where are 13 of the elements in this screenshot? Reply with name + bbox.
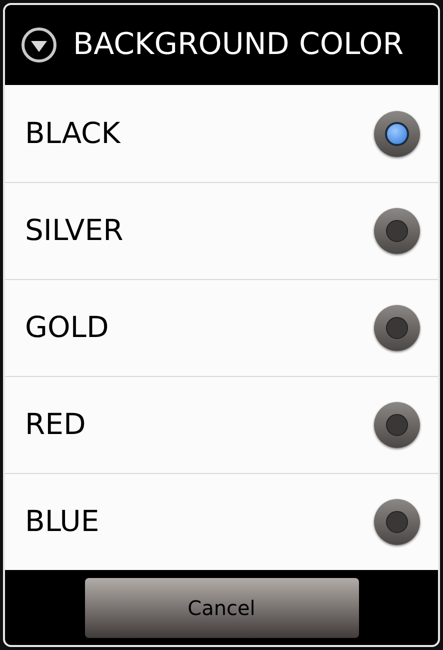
option-row[interactable]: RED	[5, 376, 438, 473]
option-label: BLUE	[25, 503, 100, 540]
option-label: RED	[25, 406, 86, 444]
dropdown-circle-icon	[21, 27, 57, 63]
option-label: BLACK	[25, 114, 120, 152]
dialog-title: BACKGROUND COLOR	[73, 30, 404, 60]
option-row[interactable]: BLUE	[5, 473, 438, 570]
option-label: SILVER	[25, 212, 124, 250]
option-row[interactable]: GOLD	[5, 279, 438, 376]
option-row[interactable]: BLACK	[5, 85, 438, 182]
option-row[interactable]: SILVER	[5, 182, 438, 279]
option-label: GOLD	[25, 309, 109, 346]
cancel-button[interactable]: Cancel	[84, 578, 358, 638]
